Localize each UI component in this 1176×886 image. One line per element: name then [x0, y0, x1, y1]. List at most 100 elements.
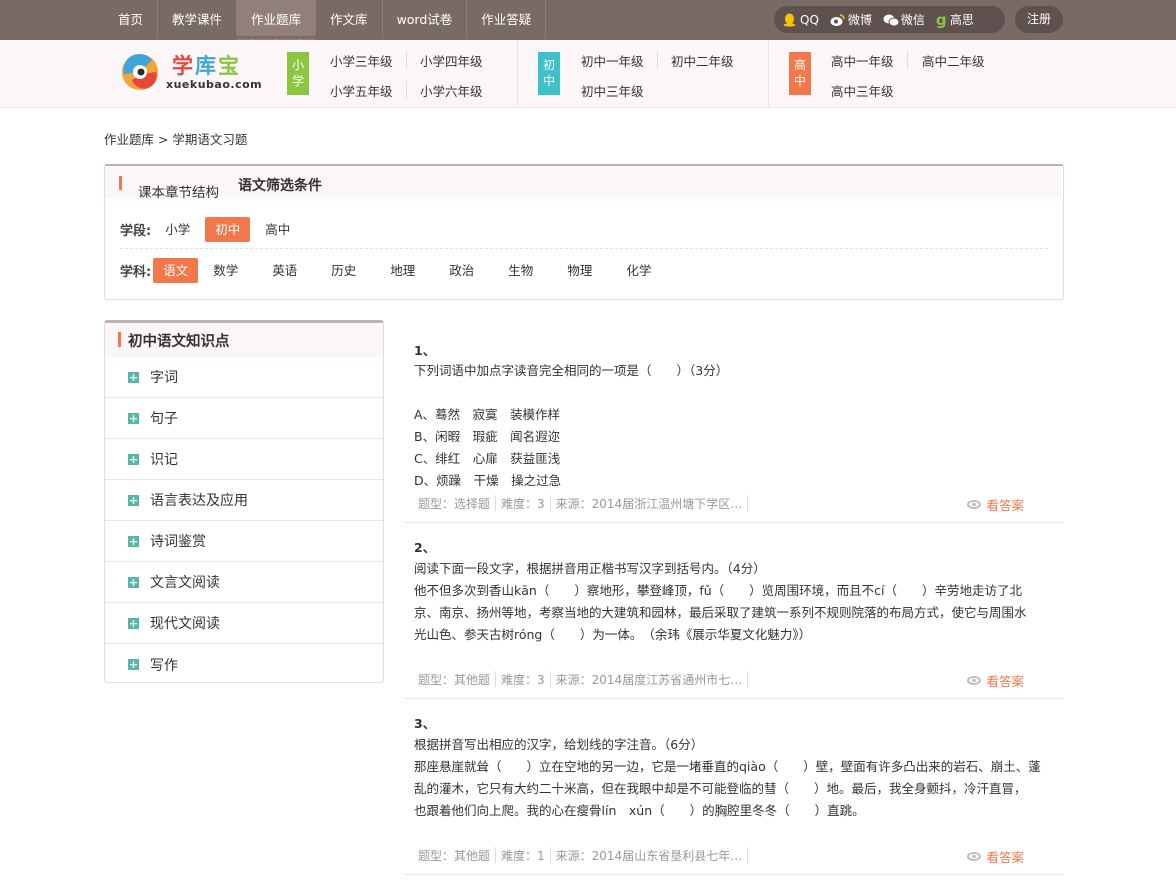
- nav-essays[interactable]: 作文库: [316, 0, 383, 40]
- subject-physics[interactable]: 物理: [557, 258, 602, 283]
- question-item: 2、 阅读下面一段文字，根据拼音用正楷书写汉字到括号内。（4分） 他不但多次到香…: [404, 523, 1064, 699]
- question-type: 题型：选择题: [418, 495, 497, 512]
- qq-login[interactable]: QQ: [782, 13, 819, 27]
- sidebar-item-memorization[interactable]: + 识记: [105, 439, 383, 480]
- question-meta: 题型：选择题 难度：3 来源：2014届浙江温州塘下学区…: [418, 495, 749, 512]
- tab-textbook-chapters[interactable]: 课本章节结构: [138, 181, 219, 201]
- tab-chinese-filters[interactable]: 语文筛选条件: [238, 175, 322, 195]
- question-meta: 题型：其他题 难度：3 来源：2014届度江苏省通州市七…: [418, 671, 749, 688]
- grade-link-middle-1[interactable]: 初中一年级: [581, 51, 644, 70]
- subject-filter-row: 学科: 语文 数学 英语 历史 地理 政治 生物 物理 化学: [120, 258, 666, 283]
- stage-primary[interactable]: 小学: [155, 217, 200, 242]
- question-type: 题型：其他题: [418, 671, 497, 688]
- gaosi-login[interactable]: g 高思: [936, 11, 974, 28]
- question-text-line: 那座悬崖就耸（ ）立在空地的另一边，它是一堵垂直的qiào（ ）壁，壁面有许多凸…: [414, 759, 1041, 774]
- view-answer-button[interactable]: 看答案: [967, 671, 1024, 690]
- stage-filter-row: 学段: 小学 初中 高中: [120, 217, 305, 242]
- question-source: 来源：2014届浙江温州塘下学区…: [551, 495, 749, 512]
- grade-link-high-3[interactable]: 高中三年级: [831, 81, 894, 100]
- question-difficulty: 难度：1: [496, 847, 551, 864]
- sidebar-item-expression[interactable]: + 语言表达及应用: [105, 480, 383, 521]
- plus-icon: +: [128, 575, 139, 589]
- question-number: 2、: [414, 540, 436, 555]
- plus-icon: +: [128, 452, 139, 466]
- question-text-line: 京、南京、扬州等地，考察当地的大建筑和园林，最后采取了建筑一系列不规则院落的布局…: [414, 605, 1027, 620]
- question-item: 1、 下列词语中加点字读音完全相同的一项是（ ）（3分） A、蓦然 寂寞 装模作…: [404, 330, 1064, 523]
- plus-icon: +: [128, 370, 139, 384]
- register-button[interactable]: 注册: [1015, 6, 1063, 33]
- logo-name: 学库宝: [172, 54, 241, 78]
- plus-icon: +: [128, 534, 139, 548]
- wechat-login[interactable]: 微信: [883, 11, 925, 28]
- question-source: 来源：2014届度江苏省通州市七…: [551, 671, 749, 688]
- plus-icon: +: [128, 493, 139, 507]
- sidebar-item-sentences[interactable]: + 句子: [105, 398, 383, 439]
- subject-chemistry[interactable]: 化学: [616, 258, 661, 283]
- view-answer-button[interactable]: 看答案: [967, 847, 1024, 866]
- grade-link-high-1[interactable]: 高中一年级: [831, 51, 894, 70]
- eye-icon: [967, 852, 982, 861]
- sidebar-header: 初中语文知识点: [105, 323, 383, 357]
- question-stem: 阅读下面一段文字，根据拼音用正楷书写汉字到括号内。（4分）: [414, 561, 766, 576]
- grade-separator: [406, 81, 407, 99]
- filter-header: 课本章节结构 语文筛选条件: [105, 166, 1061, 201]
- question-item: 3、 根据拼音写出相应的汉字，给划线的字注音。（6分） 那座悬崖就耸（ ）立在空…: [404, 699, 1064, 875]
- subject-math[interactable]: 数学: [203, 258, 248, 283]
- question-option-b: B、闲暇 瑕疵 闻名遐迩: [414, 429, 561, 444]
- question-difficulty: 难度：3: [496, 495, 551, 512]
- logo-emblem-icon: [122, 53, 158, 90]
- plus-icon: +: [128, 616, 139, 630]
- question-option-c: C、绯红 心扉 获益匪浅: [414, 451, 561, 466]
- grade-separator: [657, 51, 658, 69]
- sidebar-title: 初中语文知识点: [128, 334, 230, 350]
- grade-link-high-2[interactable]: 高中二年级: [922, 51, 985, 70]
- stage-middle[interactable]: 初中: [205, 217, 251, 242]
- site-logo[interactable]: 学库宝 xuekubao.com: [118, 48, 262, 98]
- primary-tag: 小学: [287, 52, 309, 95]
- subject-history[interactable]: 历史: [321, 258, 366, 283]
- question-number: 1、: [414, 343, 436, 358]
- wechat-icon: [883, 13, 900, 27]
- nav-word-papers[interactable]: word试卷: [383, 0, 468, 40]
- grade-link-primary-6[interactable]: 小学六年级: [420, 81, 483, 100]
- sidebar-item-writing[interactable]: + 写作: [105, 644, 383, 685]
- nav-homework-bank[interactable]: 作业题库: [237, 0, 317, 40]
- question-text-line: 光山色、参天古树róng（ ）为一体。 （余玮《展示华夏文化魅力》）: [414, 627, 812, 642]
- question-source: 来源：2014届山东省垦利县七年…: [551, 847, 749, 864]
- subject-biology[interactable]: 生物: [498, 258, 543, 283]
- question-text-line: 他不但多次到香山kān（ ）察地形，攀登峰顶，fǔ（ ）览周围环境，而且不cí（…: [414, 583, 1022, 598]
- question-option-a: A、蓦然 寂寞 装模作样: [414, 407, 561, 422]
- subject-chinese[interactable]: 语文: [153, 258, 199, 283]
- nav-courseware[interactable]: 教学课件: [158, 0, 238, 40]
- stage-high[interactable]: 高中: [255, 217, 300, 242]
- grade-separator: [406, 51, 407, 69]
- sidebar-item-classical-reading[interactable]: + 文言文阅读: [105, 562, 383, 603]
- question-type: 题型：其他题: [418, 847, 497, 864]
- subject-english[interactable]: 英语: [262, 258, 307, 283]
- grade-link-primary-4[interactable]: 小学四年级: [420, 51, 483, 70]
- knowledge-sidebar: 初中语文知识点 + 字词 + 句子 + 识记 + 语言表达及应用 + 诗词鉴赏 + 文言文阅…: [104, 320, 384, 683]
- question-option-d: D、烦躁 干燥 操之过急: [414, 473, 562, 488]
- grade-link-primary-3[interactable]: 小学三年级: [330, 51, 393, 70]
- middle-tag: 初中: [538, 52, 560, 95]
- filter-panel: 课本章节结构 语文筛选条件 学段: 小学 初中 高中 学科: 语文 数学 英语 …: [104, 164, 1064, 300]
- nav-home[interactable]: 首页: [104, 0, 159, 40]
- question-text-line: 也跟着他们向上爬。我的心在瘦骨lín xún（ ）的胸腔里冬冬（ ）直跳。: [414, 803, 865, 818]
- grade-link-primary-5[interactable]: 小学五年级: [330, 81, 393, 100]
- stage-label: 学段:: [120, 224, 152, 239]
- grade-link-middle-3[interactable]: 初中三年级: [581, 81, 644, 100]
- breadcrumb[interactable]: 作业题库 > 学期语文习题: [104, 129, 247, 148]
- subject-geography[interactable]: 地理: [380, 258, 425, 283]
- sidebar-item-poetry[interactable]: + 诗词鉴赏: [105, 521, 383, 562]
- subject-politics[interactable]: 政治: [439, 258, 484, 283]
- accent-bar: [119, 176, 122, 190]
- sidebar-item-words[interactable]: + 字词: [105, 357, 383, 398]
- weibo-login[interactable]: 微博: [830, 11, 872, 28]
- view-answer-button[interactable]: 看答案: [967, 495, 1024, 514]
- eye-icon: [967, 500, 982, 509]
- nav-homework-qa[interactable]: 作业答疑: [467, 0, 547, 40]
- plus-icon: +: [128, 658, 139, 671]
- grade-link-middle-2[interactable]: 初中二年级: [671, 51, 734, 70]
- sidebar-item-modern-reading[interactable]: + 现代文阅读: [105, 603, 383, 644]
- eye-icon: [967, 676, 982, 685]
